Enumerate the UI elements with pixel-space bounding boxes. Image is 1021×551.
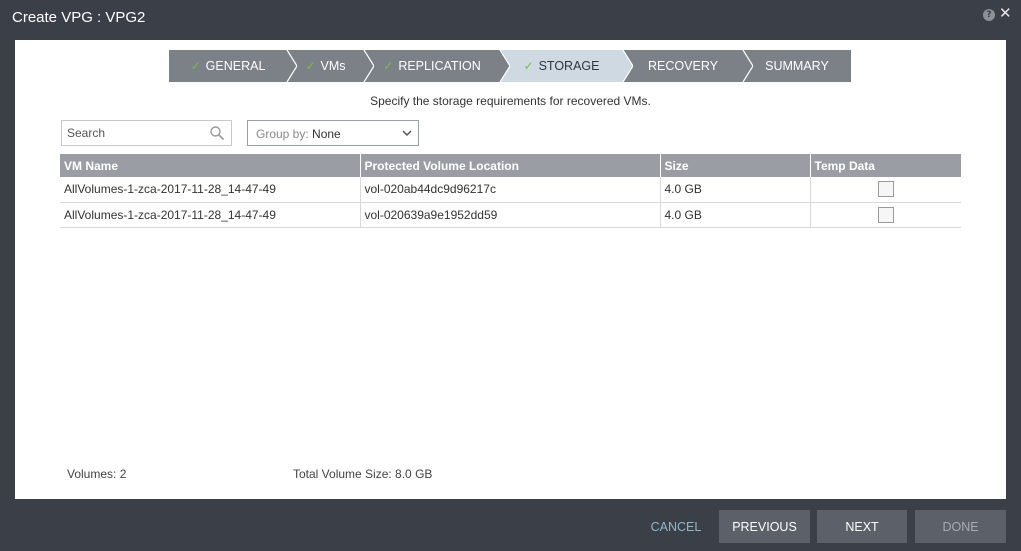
search-input[interactable]: Search xyxy=(61,120,232,146)
check-icon: ✓ xyxy=(305,59,316,73)
column-header-vm-name[interactable]: VM Name xyxy=(60,154,360,177)
table-row[interactable]: AllVolumes-1-zca-2017-11-28_14-47-49 vol… xyxy=(60,177,961,203)
wizard-panel: ✓ GENERAL ✓ VMs ✓ REPLICATION ✓ STORAGE … xyxy=(15,40,1006,499)
step-recovery[interactable]: RECOVERY xyxy=(623,50,743,82)
total-volume-size: Total Volume Size: 8.0 GB xyxy=(293,467,433,481)
step-storage[interactable]: ✓ STORAGE xyxy=(500,50,623,82)
step-separator-icon xyxy=(613,50,633,82)
step-vms[interactable]: ✓ VMs xyxy=(287,50,364,82)
storage-table: VM Name Protected Volume Location Size T… xyxy=(60,154,961,228)
step-replication[interactable]: ✓ REPLICATION xyxy=(364,50,500,82)
step-general[interactable]: ✓ GENERAL xyxy=(169,50,287,82)
step-label: VMs xyxy=(320,59,346,73)
group-by-text: Group by: None xyxy=(256,127,341,141)
vm-name-cell: AllVolumes-1-zca-2017-11-28_14-47-49 xyxy=(60,177,360,203)
group-by-label: Group by: xyxy=(256,127,313,141)
step-label: REPLICATION xyxy=(398,59,481,73)
check-icon: ✓ xyxy=(383,59,394,73)
temp-data-checkbox[interactable] xyxy=(877,181,894,198)
help-icon[interactable]: ? xyxy=(983,9,995,21)
volume-location-cell: vol-020639a9e1952dd59 xyxy=(359,202,660,228)
step-label: SUMMARY xyxy=(765,59,829,73)
step-separator-icon xyxy=(363,50,374,82)
column-header-volume-location[interactable]: Protected Volume Location xyxy=(359,154,660,177)
size-cell: 4.0 GB xyxy=(659,177,810,203)
step-label: RECOVERY xyxy=(648,59,718,73)
step-separator-icon xyxy=(490,50,510,82)
done-button[interactable]: DONE xyxy=(915,510,1006,543)
step-label: GENERAL xyxy=(205,59,266,73)
volumes-count: Volumes: 2 xyxy=(67,467,127,481)
step-label: STORAGE xyxy=(538,59,600,73)
previous-button[interactable]: PREVIOUS xyxy=(719,510,810,543)
column-header-temp-data[interactable]: Temp Data xyxy=(809,154,961,177)
wizard-steps: ✓ GENERAL ✓ VMs ✓ REPLICATION ✓ STORAGE … xyxy=(169,50,851,82)
chevron-down-icon xyxy=(402,130,412,137)
size-cell: 4.0 GB xyxy=(659,202,810,228)
step-subtitle: Specify the storage requirements for rec… xyxy=(370,94,651,108)
table-header-row: VM Name Protected Volume Location Size T… xyxy=(60,154,961,177)
temp-data-checkbox[interactable] xyxy=(877,206,894,223)
table-row[interactable]: AllVolumes-1-zca-2017-11-28_14-47-49 vol… xyxy=(60,202,961,228)
search-placeholder: Search xyxy=(67,126,106,140)
step-separator-icon xyxy=(286,50,297,82)
close-icon[interactable]: ✕ xyxy=(999,6,1013,21)
next-button[interactable]: NEXT xyxy=(817,510,907,543)
step-separator-icon xyxy=(742,50,753,82)
check-icon: ✓ xyxy=(523,59,534,73)
title-bar: Create VPG : VPG2 ? ✕ xyxy=(0,0,1021,36)
group-by-select[interactable]: Group by: None xyxy=(247,120,419,146)
step-summary[interactable]: SUMMARY xyxy=(743,50,851,82)
check-icon: ✓ xyxy=(190,59,201,73)
temp-data-cell xyxy=(809,177,961,203)
vm-name-cell: AllVolumes-1-zca-2017-11-28_14-47-49 xyxy=(60,202,360,228)
column-header-size[interactable]: Size xyxy=(659,154,810,177)
dialog-title: Create VPG : VPG2 xyxy=(12,9,146,26)
cancel-button[interactable]: CANCEL xyxy=(645,510,707,543)
search-icon xyxy=(210,126,225,141)
temp-data-cell xyxy=(809,202,961,228)
group-by-value: None xyxy=(312,127,341,141)
volume-location-cell: vol-020ab44dc9d96217c xyxy=(359,177,660,203)
